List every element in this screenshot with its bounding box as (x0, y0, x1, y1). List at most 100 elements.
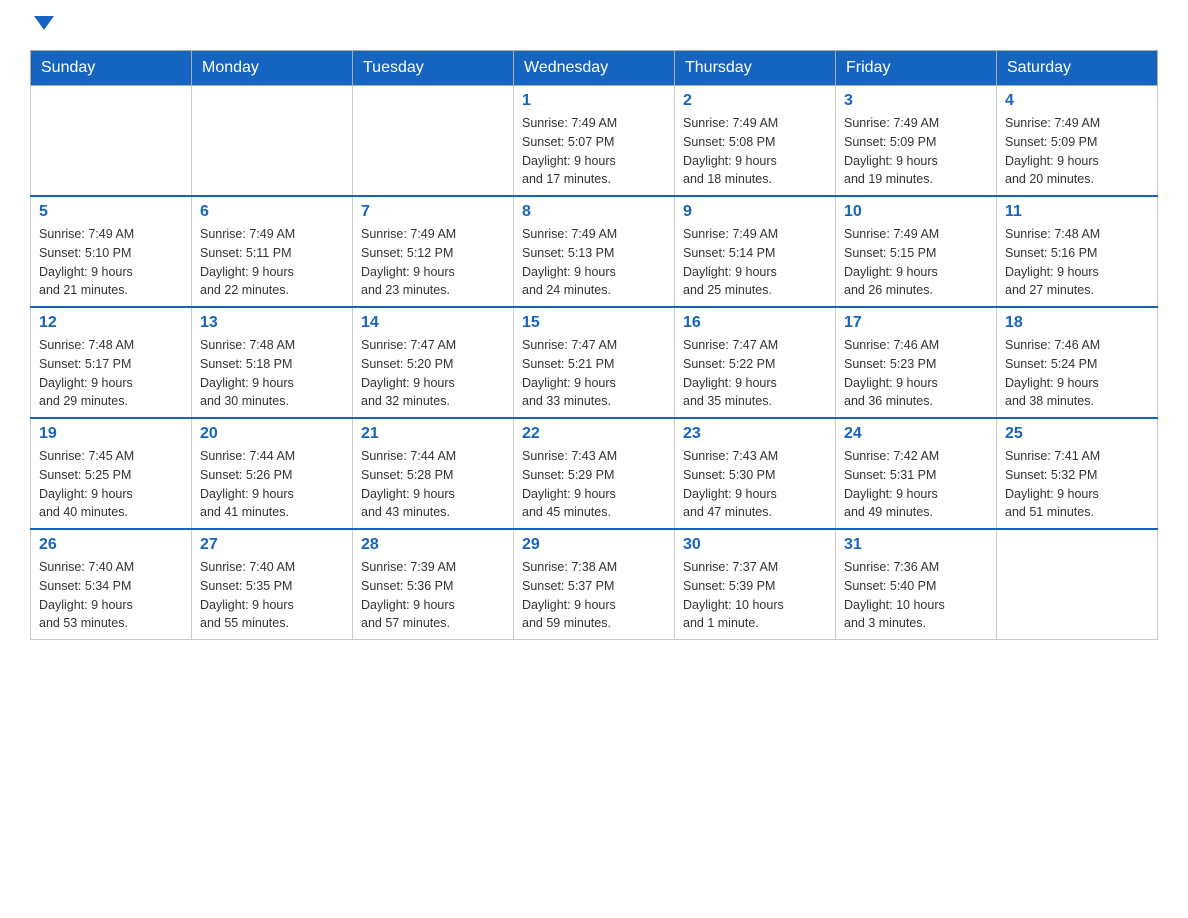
calendar-cell: 17Sunrise: 7:46 AM Sunset: 5:23 PM Dayli… (836, 307, 997, 418)
day-info: Sunrise: 7:47 AM Sunset: 5:22 PM Dayligh… (683, 336, 827, 411)
day-info: Sunrise: 7:39 AM Sunset: 5:36 PM Dayligh… (361, 558, 505, 633)
calendar-cell (997, 529, 1158, 640)
day-number: 26 (39, 536, 183, 554)
day-info: Sunrise: 7:40 AM Sunset: 5:34 PM Dayligh… (39, 558, 183, 633)
day-number: 23 (683, 425, 827, 443)
calendar-week-row: 26 Sunrise: 7:40 AM Sunset: 5:34 PM Dayli… (31, 529, 1158, 640)
day-info: Sunrise: 7:49 AM Sunset: 5:13 PM Dayligh… (522, 225, 666, 300)
calendar-header-saturday: Saturday (997, 51, 1158, 86)
calendar-week-row: 1Sunrise: 7:49 AM Sunset: 5:07 PM Daylig… (31, 86, 1158, 197)
calendar-cell: 30Sunrise: 7:37 AM Sunset: 5:39 PM Dayli… (675, 529, 836, 640)
day-info: Sunrise: 7:49 AM Sunset: 5:11 PM Dayligh… (200, 225, 344, 300)
day-info: Sunrise: 7:38 AM Sunset: 5:37 PM Dayligh… (522, 558, 666, 633)
calendar-cell: 14 Sunrise: 7:47 AM Sunset: 5:20 PM Dayli… (353, 307, 514, 418)
day-number: 18 (1005, 314, 1149, 332)
calendar-cell: 18 Sunrise: 7:46 AM Sunset: 5:24 PM Dayli… (997, 307, 1158, 418)
day-info: Sunrise: 7:44 AM Sunset: 5:26 PM Dayligh… (200, 447, 344, 522)
calendar-cell: 24Sunrise: 7:42 AM Sunset: 5:31 PM Dayli… (836, 418, 997, 529)
day-info: Sunrise: 7:48 AM Sunset: 5:16 PM Dayligh… (1005, 225, 1149, 300)
calendar-cell: 20 Sunrise: 7:44 AM Sunset: 5:26 PM Dayli… (192, 418, 353, 529)
calendar-cell: 21 Sunrise: 7:44 AM Sunset: 5:28 PM Dayli… (353, 418, 514, 529)
day-info: Sunrise: 7:47 AM Sunset: 5:20 PM Dayligh… (361, 336, 505, 411)
calendar-header-row: SundayMondayTuesdayWednesdayThursdayFrid… (31, 51, 1158, 86)
day-number: 22 (522, 425, 666, 443)
day-info: Sunrise: 7:49 AM Sunset: 5:09 PM Dayligh… (1005, 114, 1149, 189)
calendar-cell: 26 Sunrise: 7:40 AM Sunset: 5:34 PM Dayli… (31, 529, 192, 640)
calendar-header-tuesday: Tuesday (353, 51, 514, 86)
day-number: 31 (844, 536, 988, 554)
day-number: 14 (361, 314, 505, 332)
logo-arrow-icon (34, 16, 54, 30)
day-number: 8 (522, 203, 666, 221)
calendar-week-row: 5 Sunrise: 7:49 AM Sunset: 5:10 PM Daylig… (31, 196, 1158, 307)
calendar-cell: 23 Sunrise: 7:43 AM Sunset: 5:30 PM Dayli… (675, 418, 836, 529)
calendar-week-row: 12 Sunrise: 7:48 AM Sunset: 5:17 PM Dayli… (31, 307, 1158, 418)
calendar-cell: 12 Sunrise: 7:48 AM Sunset: 5:17 PM Dayli… (31, 307, 192, 418)
calendar-cell (192, 86, 353, 197)
day-info: Sunrise: 7:40 AM Sunset: 5:35 PM Dayligh… (200, 558, 344, 633)
day-number: 16 (683, 314, 827, 332)
calendar-cell: 16 Sunrise: 7:47 AM Sunset: 5:22 PM Dayli… (675, 307, 836, 418)
calendar-cell: 9Sunrise: 7:49 AM Sunset: 5:14 PM Daylig… (675, 196, 836, 307)
calendar-header-sunday: Sunday (31, 51, 192, 86)
calendar-cell: 1Sunrise: 7:49 AM Sunset: 5:07 PM Daylig… (514, 86, 675, 197)
calendar-header-thursday: Thursday (675, 51, 836, 86)
calendar-cell: 22Sunrise: 7:43 AM Sunset: 5:29 PM Dayli… (514, 418, 675, 529)
day-number: 5 (39, 203, 183, 221)
day-number: 12 (39, 314, 183, 332)
day-number: 25 (1005, 425, 1149, 443)
day-info: Sunrise: 7:49 AM Sunset: 5:15 PM Dayligh… (844, 225, 988, 300)
day-info: Sunrise: 7:45 AM Sunset: 5:25 PM Dayligh… (39, 447, 183, 522)
calendar-cell: 3 Sunrise: 7:49 AM Sunset: 5:09 PM Daylig… (836, 86, 997, 197)
day-info: Sunrise: 7:48 AM Sunset: 5:17 PM Dayligh… (39, 336, 183, 411)
day-number: 6 (200, 203, 344, 221)
day-number: 4 (1005, 92, 1149, 110)
day-number: 3 (844, 92, 988, 110)
calendar-cell: 13Sunrise: 7:48 AM Sunset: 5:18 PM Dayli… (192, 307, 353, 418)
calendar-cell: 6 Sunrise: 7:49 AM Sunset: 5:11 PM Daylig… (192, 196, 353, 307)
calendar-cell: 8 Sunrise: 7:49 AM Sunset: 5:13 PM Daylig… (514, 196, 675, 307)
logo (30, 20, 54, 30)
day-number: 21 (361, 425, 505, 443)
day-info: Sunrise: 7:37 AM Sunset: 5:39 PM Dayligh… (683, 558, 827, 633)
calendar-cell (353, 86, 514, 197)
calendar-cell: 27 Sunrise: 7:40 AM Sunset: 5:35 PM Dayli… (192, 529, 353, 640)
day-number: 9 (683, 203, 827, 221)
day-info: Sunrise: 7:46 AM Sunset: 5:24 PM Dayligh… (1005, 336, 1149, 411)
day-number: 29 (522, 536, 666, 554)
day-info: Sunrise: 7:46 AM Sunset: 5:23 PM Dayligh… (844, 336, 988, 411)
calendar-cell: 15 Sunrise: 7:47 AM Sunset: 5:21 PM Dayli… (514, 307, 675, 418)
day-info: Sunrise: 7:44 AM Sunset: 5:28 PM Dayligh… (361, 447, 505, 522)
calendar-cell: 11 Sunrise: 7:48 AM Sunset: 5:16 PM Dayli… (997, 196, 1158, 307)
day-info: Sunrise: 7:49 AM Sunset: 5:08 PM Dayligh… (683, 114, 827, 189)
day-number: 27 (200, 536, 344, 554)
calendar-cell: 4 Sunrise: 7:49 AM Sunset: 5:09 PM Daylig… (997, 86, 1158, 197)
day-number: 24 (844, 425, 988, 443)
calendar-cell: 25 Sunrise: 7:41 AM Sunset: 5:32 PM Dayli… (997, 418, 1158, 529)
day-info: Sunrise: 7:49 AM Sunset: 5:12 PM Dayligh… (361, 225, 505, 300)
day-info: Sunrise: 7:49 AM Sunset: 5:09 PM Dayligh… (844, 114, 988, 189)
day-number: 19 (39, 425, 183, 443)
calendar-cell: 28 Sunrise: 7:39 AM Sunset: 5:36 PM Dayli… (353, 529, 514, 640)
day-number: 28 (361, 536, 505, 554)
calendar-cell: 5 Sunrise: 7:49 AM Sunset: 5:10 PM Daylig… (31, 196, 192, 307)
day-info: Sunrise: 7:49 AM Sunset: 5:07 PM Dayligh… (522, 114, 666, 189)
day-number: 13 (200, 314, 344, 332)
day-number: 15 (522, 314, 666, 332)
calendar-week-row: 19 Sunrise: 7:45 AM Sunset: 5:25 PM Dayli… (31, 418, 1158, 529)
day-number: 20 (200, 425, 344, 443)
calendar-header-monday: Monday (192, 51, 353, 86)
day-number: 2 (683, 92, 827, 110)
calendar-cell: 31 Sunrise: 7:36 AM Sunset: 5:40 PM Dayli… (836, 529, 997, 640)
day-info: Sunrise: 7:36 AM Sunset: 5:40 PM Dayligh… (844, 558, 988, 633)
day-info: Sunrise: 7:43 AM Sunset: 5:30 PM Dayligh… (683, 447, 827, 522)
day-info: Sunrise: 7:49 AM Sunset: 5:10 PM Dayligh… (39, 225, 183, 300)
day-number: 11 (1005, 203, 1149, 221)
calendar-cell (31, 86, 192, 197)
day-info: Sunrise: 7:47 AM Sunset: 5:21 PM Dayligh… (522, 336, 666, 411)
calendar-header-friday: Friday (836, 51, 997, 86)
day-info: Sunrise: 7:41 AM Sunset: 5:32 PM Dayligh… (1005, 447, 1149, 522)
calendar-cell: 10Sunrise: 7:49 AM Sunset: 5:15 PM Dayli… (836, 196, 997, 307)
calendar-cell: 29 Sunrise: 7:38 AM Sunset: 5:37 PM Dayli… (514, 529, 675, 640)
day-number: 7 (361, 203, 505, 221)
